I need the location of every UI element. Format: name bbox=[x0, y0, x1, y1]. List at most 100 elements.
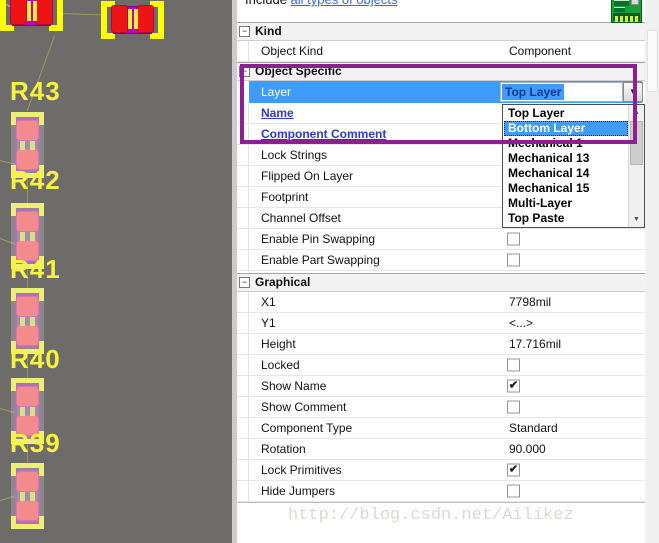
icon-pin bbox=[635, 16, 638, 22]
row-locked[interactable]: Locked bbox=[237, 355, 645, 376]
dropdown-item[interactable]: Multi-Layer bbox=[504, 196, 628, 211]
row-label: Enable Part Swapping bbox=[261, 253, 380, 267]
row-hide-jumpers[interactable]: Hide Jumpers bbox=[237, 481, 645, 502]
checkbox[interactable] bbox=[507, 401, 520, 414]
row-value: 90.000 bbox=[509, 442, 546, 456]
pad[interactable] bbox=[137, 5, 154, 33]
designator-label[interactable]: R43 bbox=[10, 78, 61, 104]
row-label: Rotation bbox=[261, 442, 306, 456]
row-layer-selected[interactable]: Layer Top Layer ▼ bbox=[237, 81, 645, 103]
watermark-text: http://blog.csdn.net/Ailikez bbox=[288, 506, 653, 525]
checkbox-checked[interactable]: ✔ bbox=[507, 380, 520, 393]
row-label: Y1 bbox=[261, 316, 276, 330]
include-label: Include bbox=[245, 0, 287, 7]
row-component-type[interactable]: Component Type Standard bbox=[237, 418, 645, 439]
designator-label[interactable]: R42 bbox=[10, 167, 61, 193]
icon-pin bbox=[625, 16, 628, 22]
dropdown-item-selected[interactable]: Bottom Layer bbox=[504, 121, 628, 136]
row-y1[interactable]: Y1 <...> bbox=[237, 313, 645, 334]
silkscreen-stripe bbox=[134, 9, 138, 29]
row-value: 17.716mil bbox=[509, 337, 561, 351]
icon-pin bbox=[630, 16, 633, 22]
selection-overlay bbox=[11, 463, 44, 529]
checkbox[interactable] bbox=[507, 233, 520, 246]
dropdown-item[interactable]: Mechanical 15 bbox=[504, 181, 628, 196]
dropdown-item[interactable]: Mechanical 1 bbox=[504, 136, 628, 151]
collapse-icon[interactable]: − bbox=[239, 26, 250, 37]
row-label: Locked bbox=[261, 358, 300, 372]
component-footprint-r39[interactable] bbox=[11, 463, 44, 529]
row-value: <...> bbox=[509, 316, 533, 330]
designator-label[interactable]: R41 bbox=[10, 256, 61, 282]
row-label: Flipped On Layer bbox=[261, 169, 353, 183]
row-enable-part-swapping[interactable]: Enable Part Swapping bbox=[237, 250, 645, 271]
row-label: Show Name bbox=[261, 379, 326, 393]
section-title: Kind bbox=[255, 24, 282, 38]
row-label: Object Kind bbox=[261, 44, 323, 58]
designator-label[interactable]: R40 bbox=[10, 346, 61, 372]
row-label: Lock Primitives bbox=[261, 463, 342, 477]
row-label: Layer bbox=[261, 85, 291, 99]
dropdown-item[interactable]: Top Paste bbox=[504, 211, 628, 226]
row-x1[interactable]: X1 7798mil bbox=[237, 292, 645, 313]
layer-dropdown-list: Top Layer Bottom Layer Mechanical 1 Mech… bbox=[502, 104, 645, 228]
row-label: Enable Pin Swapping bbox=[261, 232, 375, 246]
grid-bottom-border bbox=[237, 502, 645, 503]
scrollbar-thumb[interactable] bbox=[630, 121, 643, 165]
component-footprint[interactable] bbox=[0, 0, 63, 31]
pcb-editor-view[interactable]: R43 R42 R41 R40 R39 bbox=[0, 0, 232, 543]
component-comment-link[interactable]: Component Comment bbox=[261, 127, 386, 141]
row-show-comment[interactable]: Show Comment bbox=[237, 397, 645, 418]
icon-chip bbox=[614, 7, 625, 12]
collapse-icon[interactable]: − bbox=[239, 66, 250, 77]
pad[interactable] bbox=[36, 0, 53, 25]
scroll-down-icon[interactable]: ▼ bbox=[629, 212, 644, 227]
icon-pin bbox=[615, 16, 618, 22]
row-rotation[interactable]: Rotation 90.000 bbox=[237, 439, 645, 460]
inspector-panel: Include all types of objects − Kind Obje… bbox=[237, 0, 645, 543]
all-types-of-objects-link[interactable]: all types of objects bbox=[291, 0, 398, 7]
combobox-value: Top Layer bbox=[502, 84, 564, 100]
component-footprint[interactable] bbox=[101, 1, 164, 39]
dropdown-item[interactable]: Mechanical 13 bbox=[504, 151, 628, 166]
row-value: Component bbox=[509, 44, 571, 58]
pad[interactable] bbox=[10, 0, 27, 25]
row-height[interactable]: Height 17.716mil bbox=[237, 334, 645, 355]
row-value: Standard bbox=[509, 421, 558, 435]
dropdown-item[interactable]: Mechanical 14 bbox=[504, 166, 628, 181]
checkbox[interactable] bbox=[507, 359, 520, 372]
silkscreen-stripe bbox=[128, 9, 132, 29]
silkscreen-stripe bbox=[27, 1, 31, 21]
row-label: Lock Strings bbox=[261, 148, 327, 162]
row-object-kind[interactable]: Object Kind Component bbox=[237, 41, 645, 62]
section-header-graphical[interactable]: − Graphical bbox=[237, 273, 645, 292]
row-label: Component Type bbox=[261, 421, 352, 435]
section-header-object-specific[interactable]: − Object Specific bbox=[237, 62, 645, 81]
row-show-name[interactable]: Show Name ✔ bbox=[237, 376, 645, 397]
dropdown-item[interactable]: Top Layer bbox=[504, 106, 628, 121]
checkbox-checked[interactable]: ✔ bbox=[507, 464, 520, 477]
section-title: Object Specific bbox=[255, 64, 342, 78]
designator-label[interactable]: R39 bbox=[10, 430, 61, 456]
dropdown-scrollbar[interactable]: ▲ ▼ bbox=[628, 105, 644, 227]
row-label: Show Comment bbox=[261, 400, 346, 414]
row-label: X1 bbox=[261, 295, 276, 309]
name-link[interactable]: Name bbox=[261, 106, 294, 120]
silkscreen-stripe bbox=[33, 1, 37, 21]
pad[interactable] bbox=[111, 5, 128, 33]
layer-combobox[interactable]: Top Layer bbox=[500, 82, 623, 102]
row-label: Height bbox=[261, 337, 296, 351]
section-title: Graphical bbox=[255, 275, 310, 289]
checkbox[interactable] bbox=[507, 485, 520, 498]
row-enable-pin-swapping[interactable]: Enable Pin Swapping bbox=[237, 229, 645, 250]
checkbox[interactable] bbox=[507, 254, 520, 267]
scroll-up-icon[interactable]: ▲ bbox=[629, 105, 644, 120]
combobox-dropdown-button[interactable]: ▼ bbox=[623, 82, 643, 102]
row-lock-primitives[interactable]: Lock Primitives ✔ bbox=[237, 460, 645, 481]
ratsnest-line bbox=[60, 13, 106, 16]
row-label: Channel Offset bbox=[261, 211, 341, 225]
pcb-board-icon bbox=[611, 0, 642, 23]
section-header-kind[interactable]: − Kind bbox=[237, 22, 645, 41]
row-value: 7798mil bbox=[509, 295, 551, 309]
collapse-icon[interactable]: − bbox=[239, 277, 250, 288]
